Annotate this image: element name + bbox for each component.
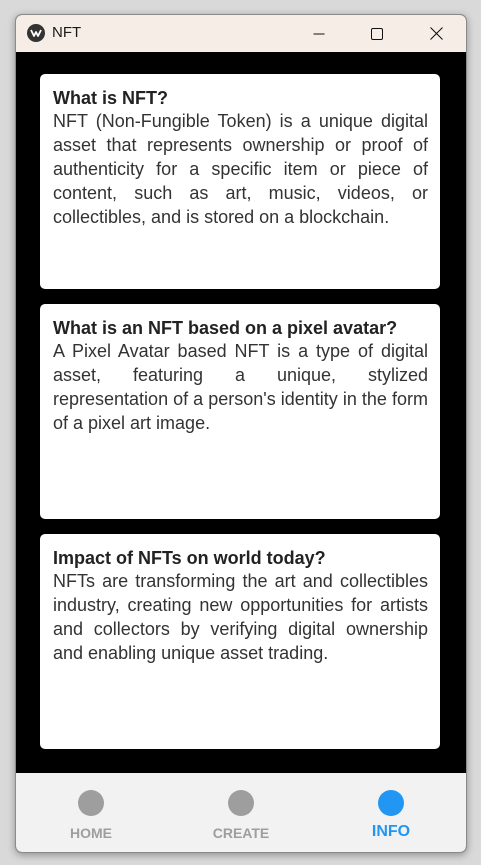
app-window: NFT What is NFT? NFT (Non-Fungible Token…	[15, 14, 467, 853]
minimize-button[interactable]	[296, 15, 342, 52]
app-logo-icon	[27, 24, 45, 42]
title-bar[interactable]: NFT	[16, 15, 466, 52]
nav-label: HOME	[70, 825, 112, 841]
create-icon	[228, 790, 254, 816]
close-icon	[429, 27, 443, 40]
nav-item-create[interactable]: CREATE	[166, 773, 316, 852]
info-content[interactable]: What is NFT? NFT (Non-Fungible Token) is…	[16, 52, 466, 773]
card-title: Impact of NFTs on world today?	[53, 548, 326, 568]
info-card: Impact of NFTs on world today? NFTs are …	[40, 534, 440, 749]
nav-label: CREATE	[212, 825, 270, 841]
card-title: What is an NFT based on a pixel avatar?	[53, 318, 398, 338]
info-card: What is an NFT based on a pixel avatar? …	[40, 304, 440, 519]
maximize-button[interactable]	[354, 15, 400, 52]
maximize-icon	[371, 27, 383, 40]
info-card: What is NFT? NFT (Non-Fungible Token) is…	[40, 74, 440, 289]
window-title: NFT	[52, 24, 82, 41]
nav-label: INFO	[371, 823, 411, 840]
card-title: What is NFT?	[53, 88, 168, 108]
minimize-icon	[313, 33, 325, 34]
home-icon	[78, 790, 104, 816]
card-body: NFTs are transforming the art and collec…	[53, 571, 428, 663]
nav-item-home[interactable]: HOME	[16, 773, 166, 852]
bottom-navigation: HOME CREATE INFO	[16, 773, 466, 852]
card-body: A Pixel Avatar based NFT is a type of di…	[53, 341, 428, 433]
nav-item-info[interactable]: INFO	[316, 773, 466, 852]
card-body: NFT (Non-Fungible Token) is a unique dig…	[53, 111, 428, 227]
info-icon	[378, 790, 404, 816]
close-button[interactable]	[413, 15, 459, 52]
